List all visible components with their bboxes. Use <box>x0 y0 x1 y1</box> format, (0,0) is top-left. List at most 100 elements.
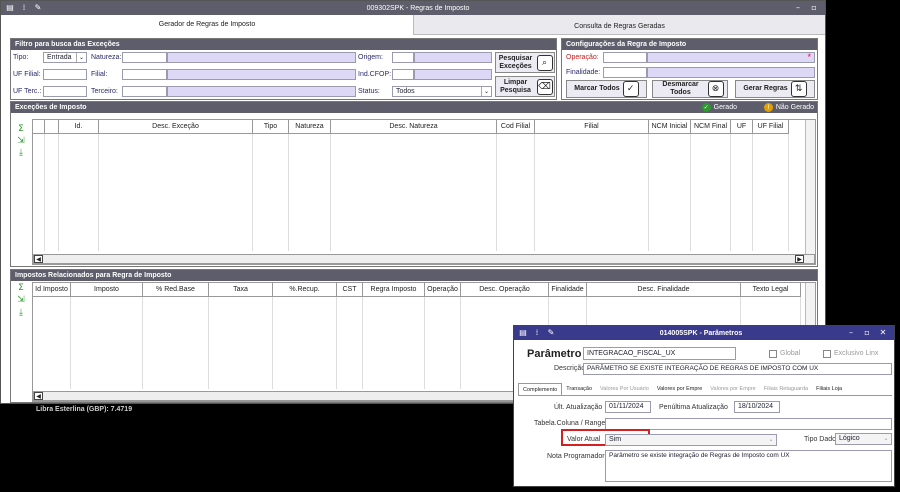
nota-programador-textarea[interactable]: Parâmetro se existe integração de Regras… <box>605 450 892 482</box>
tree-icon[interactable]: ⁞ <box>19 3 29 13</box>
ind-cfop-desc-input[interactable] <box>414 69 492 80</box>
chevron-down-icon[interactable]: ⌄ <box>76 53 86 62</box>
col-desc-operacao[interactable]: Desc. Operação <box>461 283 549 297</box>
limpar-button[interactable]: Limpar Pesquisa ⌫ <box>495 76 555 97</box>
col-filial[interactable]: Filial <box>535 120 649 134</box>
col-imposto[interactable]: Imposto <box>71 283 143 297</box>
excecoes-vscroll[interactable] <box>805 120 815 254</box>
col-taxa[interactable]: Taxa <box>209 283 273 297</box>
tree-icon[interactable]: ⁞ <box>532 328 542 338</box>
sum-icon[interactable]: Σ <box>15 124 27 134</box>
tipo-dado-select[interactable]: Lógico ⌄ <box>835 433 892 445</box>
col-status[interactable] <box>45 120 59 134</box>
col-tipo[interactable]: Tipo <box>253 120 289 134</box>
origem-code-input[interactable] <box>392 52 414 63</box>
uf-filial-label: UF Filial: <box>13 71 41 78</box>
tab-valores-usuario[interactable]: Valores Por Usuário <box>596 383 653 395</box>
sort-icon: ⇅ <box>790 81 807 97</box>
col-operacao[interactable]: Operação <box>425 283 461 297</box>
col-id-imposto[interactable]: Id Imposto <box>33 283 71 297</box>
descricao-input[interactable]: PARÂMETRO SE EXISTE INTEGRAÇÃO DE REGRAS… <box>583 363 892 375</box>
close-icon[interactable]: ✕ <box>878 329 888 337</box>
pesquisar-button[interactable]: Pesquisar Exceções ⌕ <box>495 52 555 73</box>
impostos-header: Id Imposto Imposto % Red.Base Taxa %.Rec… <box>33 283 801 297</box>
export-icon[interactable]: ⇲ <box>15 295 27 305</box>
col-uf[interactable]: UF <box>731 120 753 134</box>
parametro-input[interactable]: INTEGRACAO_FISCAL_UX <box>583 347 736 360</box>
finalidade-code-input[interactable] <box>603 67 647 78</box>
tab-gerador[interactable]: Gerador de Regras de Imposto <box>1 15 413 35</box>
download-icon[interactable]: ⤓ <box>15 148 27 158</box>
operacao-desc-input[interactable]: * <box>647 52 815 63</box>
col-ncm-inicial[interactable]: NCM Inicial <box>649 120 691 134</box>
col-regra-imposto[interactable]: Regra Imposto <box>363 283 425 297</box>
window-menu-icon[interactable]: ▤ <box>518 328 528 338</box>
valor-atual-select[interactable]: Sim ⌄ <box>605 434 777 446</box>
natureza-desc-input[interactable] <box>167 52 356 63</box>
scroll-right-icon[interactable]: ▶ <box>795 255 804 263</box>
col-recup[interactable]: %.Recup. <box>273 283 337 297</box>
tipo-select[interactable]: Entrada ⌄ <box>43 52 87 63</box>
export-icon[interactable]: ⇲ <box>15 136 27 146</box>
terceiro-desc-input[interactable] <box>167 86 356 97</box>
tab-filiais-loja[interactable]: Filiais Loja <box>812 383 846 395</box>
wrench-icon[interactable]: ✎ <box>33 3 43 13</box>
chevron-down-icon[interactable]: ⌄ <box>881 434 891 444</box>
filial-desc-input[interactable] <box>167 69 356 80</box>
col-uf-filial[interactable]: UF Filial <box>753 120 789 134</box>
tab-transacao[interactable]: Transação <box>562 383 596 395</box>
col-finalidade[interactable]: Finalidade <box>549 283 587 297</box>
wrench-icon[interactable]: ✎ <box>546 328 556 338</box>
tab-consulta[interactable]: Consulta de Regras Geradas <box>413 15 825 35</box>
col-desc-excecao[interactable]: Desc. Exceção <box>99 120 253 134</box>
tab-valores-empresa[interactable]: Valores por Empre <box>653 383 706 395</box>
col-cod-filial[interactable]: Cod Filial <box>497 120 535 134</box>
excecoes-hscroll[interactable]: ◀ ▶ <box>33 254 815 264</box>
col-red-base[interactable]: % Red.Base <box>143 283 209 297</box>
operacao-code-input[interactable] <box>603 52 647 63</box>
global-checkbox[interactable] <box>769 350 777 358</box>
ult-atualizacao-value[interactable]: 01/11/2024 <box>605 401 651 413</box>
origem-desc-input[interactable] <box>414 52 492 63</box>
maximize-icon[interactable]: ▫ <box>862 329 872 337</box>
maximize-icon[interactable]: ▫ <box>809 4 819 12</box>
penultima-value[interactable]: 18/10/2024 <box>734 401 780 413</box>
col-desc-finalidade[interactable]: Desc. Finalidade <box>587 283 741 297</box>
col-id[interactable]: Id. <box>59 120 99 134</box>
dialog-tabs: Complemento Transação Valores Por Usuári… <box>518 383 846 395</box>
scroll-left-icon[interactable]: ◀ <box>34 392 43 400</box>
desmarcar-todos-button[interactable]: Desmarcar Todos ⊗ <box>652 80 728 98</box>
natureza-code-input[interactable] <box>122 52 167 63</box>
origem-label: Origem: <box>358 54 383 61</box>
excecoes-grid[interactable]: Id. Desc. Exceção Tipo Natureza Desc. Na… <box>32 119 816 265</box>
finalidade-desc-input[interactable] <box>647 67 815 78</box>
tab-filiais-retaguarda[interactable]: Filiais Retaguarda <box>760 383 812 395</box>
download-icon[interactable]: ⤓ <box>15 308 27 318</box>
window-menu-icon[interactable]: ▤ <box>5 3 15 13</box>
scroll-left-icon[interactable]: ◀ <box>34 255 43 263</box>
marcar-todos-button[interactable]: Marcar Todos ✓ <box>566 80 647 98</box>
filial-code-input[interactable] <box>122 69 167 80</box>
tab-valores-empresa-2[interactable]: Valores por Empre <box>706 383 759 395</box>
col-cst[interactable]: CST <box>337 283 363 297</box>
tab-complemento[interactable]: Complemento <box>518 383 563 395</box>
col-ncm-final[interactable]: NCM Final <box>691 120 731 134</box>
minimize-icon[interactable]: – <box>846 329 856 337</box>
col-desc-natureza[interactable]: Desc. Natureza <box>331 120 497 134</box>
sum-icon[interactable]: Σ <box>15 283 27 293</box>
terceiro-code-input[interactable] <box>122 86 167 97</box>
operacao-label: Operação: <box>566 54 599 61</box>
status-select[interactable]: Todos ⌄ <box>392 86 492 97</box>
exclusivo-checkbox[interactable] <box>823 350 831 358</box>
col-natureza[interactable]: Natureza <box>289 120 331 134</box>
chevron-down-icon[interactable]: ⌄ <box>766 435 776 445</box>
col-texto-legal[interactable]: Texto Legal <box>741 283 801 297</box>
col-select[interactable] <box>33 120 45 134</box>
uf-terc-input[interactable] <box>43 86 87 97</box>
natureza-label: Natureza: <box>91 54 122 61</box>
minimize-icon[interactable]: – <box>793 4 803 12</box>
ind-cfop-code-input[interactable] <box>392 69 414 80</box>
chevron-down-icon[interactable]: ⌄ <box>481 87 491 96</box>
gerar-regras-button[interactable]: Gerar Regras ⇅ <box>735 80 815 98</box>
uf-filial-input[interactable] <box>43 69 87 80</box>
